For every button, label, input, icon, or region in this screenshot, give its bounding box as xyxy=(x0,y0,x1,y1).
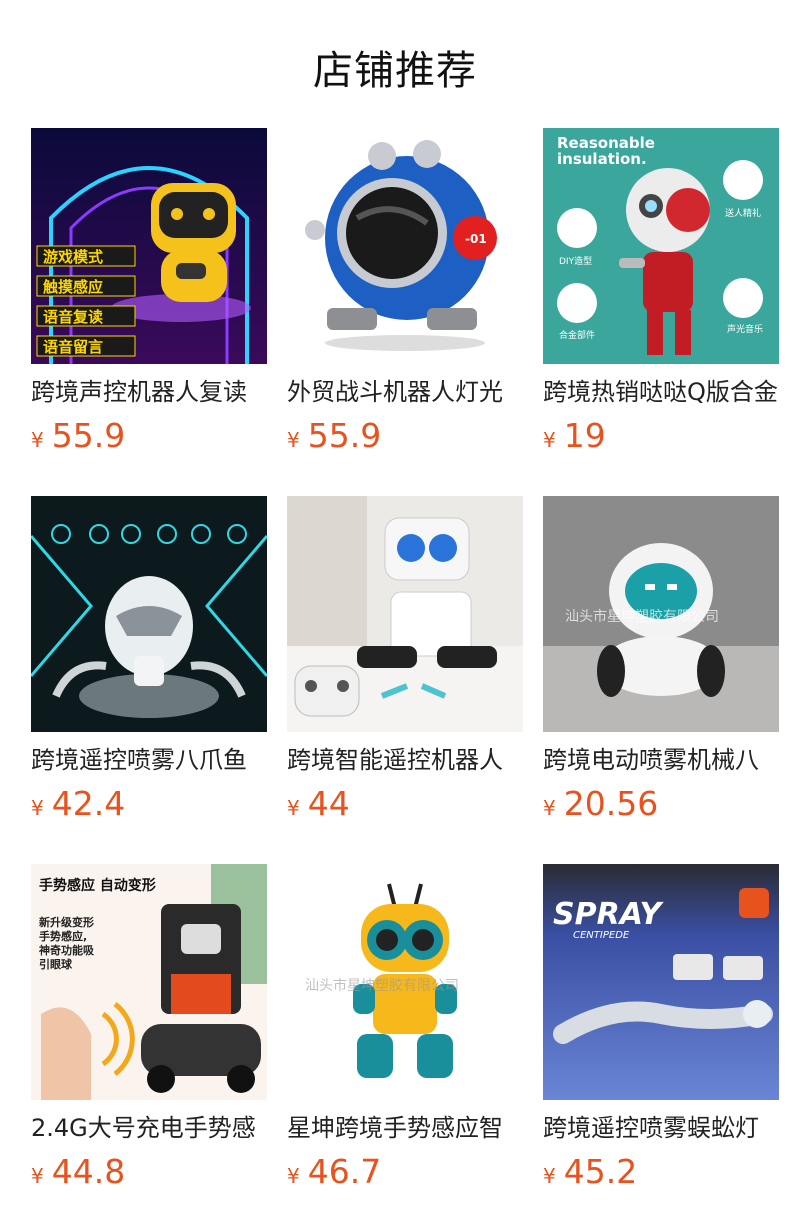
product-price: ¥44 xyxy=(287,784,350,823)
image-label: 游戏模式 xyxy=(43,248,103,266)
image-label: 新升级变形 xyxy=(39,915,94,929)
price-value: 55.9 xyxy=(51,416,126,455)
image-label: -01 xyxy=(465,232,487,246)
image-label: 送人精礼 xyxy=(725,207,761,219)
currency-symbol: ¥ xyxy=(543,1164,556,1188)
image-label: 语音复读 xyxy=(43,308,103,326)
product-grid: 游戏模式 触摸感应 语音复读 语音留言 跨境声控机器人复读 ¥55.9 -01 … xyxy=(31,128,779,1232)
image-label: 神奇功能吸 xyxy=(39,943,95,957)
price-value: 42.4 xyxy=(51,784,126,823)
product-image[interactable]: 手势感应 自动变形 新升级变形 手势感应, 神奇功能吸 引眼球 xyxy=(31,864,267,1100)
product-price: ¥42.4 xyxy=(31,784,125,823)
product-price: ¥44.8 xyxy=(31,1152,125,1191)
product-name[interactable]: 外贸战斗机器人灯光 xyxy=(287,376,523,408)
product-name[interactable]: 跨境热销哒哒Q版合金 xyxy=(543,376,779,408)
product-card[interactable]: 手势感应 自动变形 新升级变形 手势感应, 神奇功能吸 引眼球 2.4G大号充电… xyxy=(31,864,267,1232)
product-image[interactable]: 汕头市星坤塑胶有限公司 xyxy=(543,496,779,732)
product-name[interactable]: 星坤跨境手势感应智 xyxy=(287,1112,523,1144)
currency-symbol: ¥ xyxy=(543,796,556,820)
product-price: ¥19 xyxy=(543,416,606,455)
watermark: 汕头市星坤塑胶有限公司 xyxy=(565,608,719,625)
product-card[interactable]: 跨境智能遥控机器人 ¥44 xyxy=(287,496,523,864)
image-label: 手势感应 自动变形 xyxy=(39,877,156,894)
price-value: 20.56 xyxy=(563,784,659,823)
product-price: ¥46.7 xyxy=(287,1152,381,1191)
currency-symbol: ¥ xyxy=(287,428,300,452)
price-value: 46.7 xyxy=(307,1152,382,1191)
product-name[interactable]: 跨境遥控喷雾八爪鱼 xyxy=(31,744,267,776)
product-image[interactable] xyxy=(287,496,523,732)
product-card[interactable]: 跨境遥控喷雾八爪鱼 ¥42.4 xyxy=(31,496,267,864)
product-price: ¥55.9 xyxy=(31,416,125,455)
product-card[interactable]: Reasonable insulation. DIY造型 合金部件 送人精礼 声… xyxy=(543,128,779,496)
product-price: ¥55.9 xyxy=(287,416,381,455)
product-price: ¥20.56 xyxy=(543,784,658,823)
price-value: 44.8 xyxy=(51,1152,126,1191)
image-label: 手势感应, xyxy=(39,929,87,943)
price-value: 19 xyxy=(563,416,606,455)
product-name[interactable]: 跨境智能遥控机器人 xyxy=(287,744,523,776)
watermark: 汕头市星坤塑胶有限公司 xyxy=(305,977,459,994)
image-label: 合金部件 xyxy=(559,329,595,341)
image-label: SPRAY xyxy=(553,897,664,932)
product-image[interactable]: SPRAY CENTIPEDE xyxy=(543,864,779,1100)
product-card[interactable]: 汕头市星坤塑胶有限公司 星坤跨境手势感应智 ¥46.7 xyxy=(287,864,523,1232)
currency-symbol: ¥ xyxy=(31,796,44,820)
product-image[interactable] xyxy=(31,496,267,732)
page-title: 店铺推荐 xyxy=(313,48,477,94)
currency-symbol: ¥ xyxy=(31,428,44,452)
image-label: 语音留言 xyxy=(43,338,103,356)
product-price: ¥45.2 xyxy=(543,1152,637,1191)
image-label: 引眼球 xyxy=(39,957,73,971)
product-name[interactable]: 跨境遥控喷雾蜈蚣灯 xyxy=(543,1112,779,1144)
product-card[interactable]: -01 外贸战斗机器人灯光 ¥55.9 xyxy=(287,128,523,496)
image-label: DIY造型 xyxy=(559,255,592,267)
currency-symbol: ¥ xyxy=(287,796,300,820)
product-image[interactable]: Reasonable insulation. DIY造型 合金部件 送人精礼 声… xyxy=(543,128,779,364)
product-card[interactable]: 汕头市星坤塑胶有限公司 跨境电动喷雾机械八 ¥20.56 xyxy=(543,496,779,864)
currency-symbol: ¥ xyxy=(31,1164,44,1188)
price-value: 44 xyxy=(307,784,350,823)
image-label: CENTIPEDE xyxy=(573,930,630,941)
product-image[interactable]: 汕头市星坤塑胶有限公司 xyxy=(287,864,523,1100)
product-image[interactable]: -01 xyxy=(287,128,523,364)
currency-symbol: ¥ xyxy=(543,428,556,452)
price-value: 55.9 xyxy=(307,416,382,455)
currency-symbol: ¥ xyxy=(287,1164,300,1188)
product-image[interactable]: 游戏模式 触摸感应 语音复读 语音留言 xyxy=(31,128,267,364)
product-name[interactable]: 跨境电动喷雾机械八 xyxy=(543,744,779,776)
image-label: 触摸感应 xyxy=(43,278,103,296)
product-name[interactable]: 跨境声控机器人复读 xyxy=(31,376,267,408)
product-card[interactable]: SPRAY CENTIPEDE 跨境遥控喷雾蜈蚣灯 ¥45.2 xyxy=(543,864,779,1232)
image-label: 声光音乐 xyxy=(727,323,763,335)
product-name[interactable]: 2.4G大号充电手势感 xyxy=(31,1112,267,1144)
price-value: 45.2 xyxy=(563,1152,638,1191)
image-label: insulation. xyxy=(557,150,647,168)
product-card[interactable]: 游戏模式 触摸感应 语音复读 语音留言 跨境声控机器人复读 ¥55.9 xyxy=(31,128,267,496)
